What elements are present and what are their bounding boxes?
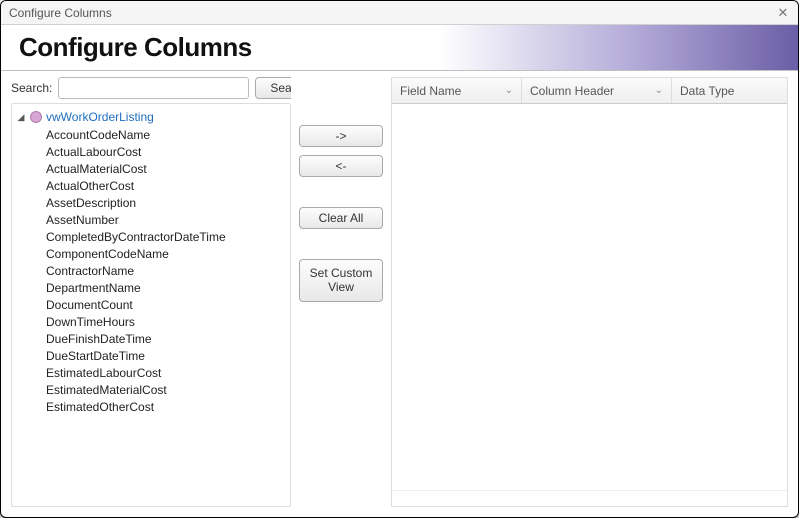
window-title: Configure Columns — [9, 6, 112, 20]
tree-item[interactable]: ActualOtherCost — [46, 177, 290, 194]
column-header-label: Data Type — [680, 84, 734, 98]
tree-item[interactable]: ComponentCodeName — [46, 245, 290, 262]
close-icon[interactable]: ✕ — [776, 6, 790, 20]
tree-item[interactable]: ActualMaterialCost — [46, 160, 290, 177]
remove-column-button[interactable]: <- — [299, 155, 383, 177]
middle-button-panel: -> <- Clear All Set Custom View — [291, 77, 391, 507]
search-button[interactable]: Search — [255, 77, 291, 99]
clear-all-button[interactable]: Clear All — [299, 207, 383, 229]
content-area: Search: Search ◢ vwWorkOrderListing Acco… — [1, 71, 798, 517]
column-header-field-name[interactable]: Field Name ⌄ — [392, 78, 522, 103]
tree-item[interactable]: DueFinishDateTime — [46, 330, 290, 347]
tree-item[interactable]: AssetDescription — [46, 194, 290, 211]
chevron-down-icon: ⌄ — [505, 85, 513, 96]
grid-header: Field Name ⌄ Column Header ⌄ Data Type — [392, 78, 787, 104]
column-header-label: Field Name — [400, 84, 461, 98]
tree-item[interactable]: DueStartDateTime — [46, 347, 290, 364]
grid-horizontal-scrollbar[interactable] — [392, 490, 787, 506]
grid-body[interactable] — [392, 104, 787, 490]
left-panel: Search: Search ◢ vwWorkOrderListing Acco… — [11, 77, 291, 507]
columns-grid: Field Name ⌄ Column Header ⌄ Data Type — [391, 77, 788, 507]
tree-item[interactable]: ContractorName — [46, 262, 290, 279]
right-panel: Field Name ⌄ Column Header ⌄ Data Type — [391, 77, 788, 507]
entity-icon — [30, 111, 42, 123]
titlebar: Configure Columns ✕ — [1, 1, 798, 25]
search-input[interactable] — [58, 77, 249, 99]
tree-children: AccountCodeNameActualLabourCostActualMat… — [16, 126, 290, 415]
search-row: Search: Search — [11, 77, 291, 99]
collapse-icon[interactable]: ◢ — [16, 112, 26, 122]
banner: Configure Columns — [1, 25, 798, 71]
tree-item[interactable]: CompletedByContractorDateTime — [46, 228, 290, 245]
search-label: Search: — [11, 81, 52, 95]
tree-item[interactable]: ActualLabourCost — [46, 143, 290, 160]
tree-item[interactable]: DocumentCount — [46, 296, 290, 313]
column-header-column-header[interactable]: Column Header ⌄ — [522, 78, 672, 103]
add-column-button[interactable]: -> — [299, 125, 383, 147]
field-tree[interactable]: ◢ vwWorkOrderListing AccountCodeNameActu… — [12, 104, 290, 506]
tree-root-label: vwWorkOrderListing — [46, 110, 154, 124]
tree-item[interactable]: EstimatedLabourCost — [46, 364, 290, 381]
tree-root-row[interactable]: ◢ vwWorkOrderListing — [16, 108, 290, 126]
set-custom-view-button[interactable]: Set Custom View — [299, 259, 383, 302]
tree-item[interactable]: EstimatedMaterialCost — [46, 381, 290, 398]
dialog-window: Configure Columns ✕ Configure Columns Se… — [0, 0, 799, 518]
tree-item[interactable]: EstimatedOtherCost — [46, 398, 290, 415]
column-header-label: Column Header — [530, 84, 614, 98]
tree-item[interactable]: DepartmentName — [46, 279, 290, 296]
tree-item[interactable]: DownTimeHours — [46, 313, 290, 330]
tree-item[interactable]: AccountCodeName — [46, 126, 290, 143]
page-title: Configure Columns — [19, 32, 252, 63]
column-header-data-type[interactable]: Data Type — [672, 78, 787, 103]
tree-item[interactable]: AssetNumber — [46, 211, 290, 228]
chevron-down-icon: ⌄ — [655, 85, 663, 96]
tree-container: ◢ vwWorkOrderListing AccountCodeNameActu… — [11, 103, 291, 507]
